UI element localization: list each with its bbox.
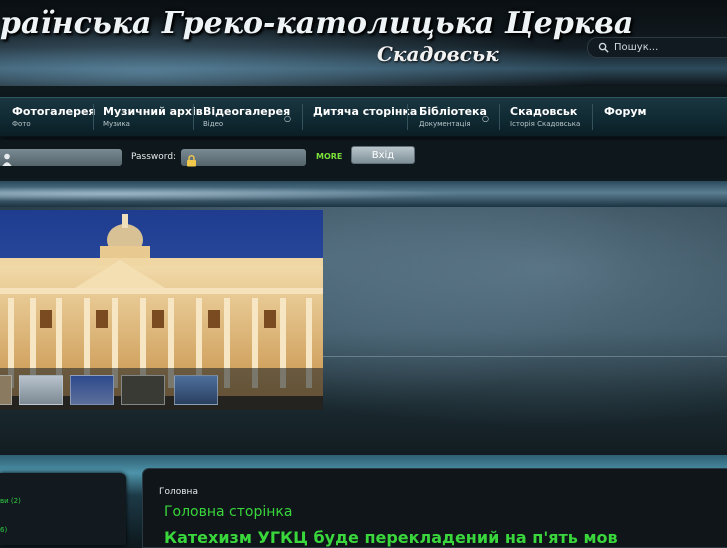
nav-item-library[interactable]: Бібліотека Документація: [419, 105, 487, 128]
sidebar-link[interactable]: ви (2): [0, 497, 21, 505]
slideshow-thumbnail[interactable]: [174, 375, 218, 405]
nav-divider: [302, 104, 303, 130]
site-header: раїнська Греко-католицька Церква Скадовс…: [0, 0, 727, 86]
lock-icon: [186, 152, 197, 171]
nav-item-label: Фотогалерея: [12, 105, 96, 118]
slideshow-thumbnail[interactable]: [121, 375, 165, 405]
nav-item-sublabel: Відео: [203, 120, 224, 128]
sidebar-link[interactable]: 6): [0, 526, 7, 534]
nav-divider: [193, 104, 194, 130]
nav-item-kids-page[interactable]: Дитяча сторінка: [313, 105, 417, 120]
decorative-strip: [0, 181, 727, 208]
search-icon[interactable]: [594, 39, 612, 57]
nav-item-music-archive[interactable]: Музичний архів Музика: [103, 105, 203, 128]
site-title: раїнська Греко-католицька Церква: [0, 6, 634, 41]
nav-divider: [93, 104, 94, 130]
nav-item-sublabel: Історія Скадовська: [510, 120, 581, 128]
nav-item-sublabel: Фото: [12, 120, 31, 128]
nav-item-sublabel: Документація: [419, 120, 471, 128]
main-nav: Фотогалерея Фото Музичний архів Музика В…: [0, 97, 727, 137]
slideshow-thumbnail[interactable]: [70, 375, 114, 405]
slideshow-thumbnail[interactable]: [19, 375, 63, 405]
nav-item-skadovsk[interactable]: Скадовськ Історія Скадовська: [510, 105, 580, 128]
breadcrumb[interactable]: Головна: [159, 487, 198, 497]
article-title-link[interactable]: Катехизм УГКЦ буде перекладений на п'ять…: [164, 528, 618, 547]
nav-divider: [592, 104, 593, 130]
site-subtitle: Скадовськ: [377, 42, 499, 66]
slideshow-thumbnail[interactable]: [0, 375, 12, 405]
search-input[interactable]: [612, 42, 726, 53]
username-field[interactable]: [0, 149, 122, 166]
horizon-line: [323, 356, 727, 357]
nav-divider: [499, 104, 500, 130]
login-button[interactable]: Вхід: [351, 146, 415, 164]
nav-item-label: Скадовськ: [510, 105, 578, 118]
nav-item-label: Музичний архів: [103, 105, 203, 118]
submenu-indicator-icon: ○: [284, 114, 291, 123]
nav-item-label: Форум: [604, 105, 647, 118]
user-icon: [2, 151, 12, 170]
password-label: Password:: [131, 152, 177, 162]
nav-item-photo-gallery[interactable]: Фотогалерея Фото: [12, 105, 95, 128]
more-link[interactable]: MORE: [316, 152, 342, 161]
thumbnail-strip: [0, 368, 323, 410]
password-field[interactable]: [181, 149, 306, 167]
nav-item-forum[interactable]: Форум: [604, 105, 647, 120]
login-bar: Password: MORE Вхід: [0, 140, 727, 178]
sidebar-panel: ви (2) 6): [0, 473, 126, 545]
nav-item-label: Дитяча сторінка: [313, 105, 418, 118]
search-box[interactable]: [587, 37, 727, 58]
nav-item-video-gallery[interactable]: Відеогалерея Відео: [203, 105, 290, 128]
slideshow[interactable]: [0, 210, 323, 410]
nav-item-label: Бібліотека: [419, 105, 487, 118]
submenu-indicator-icon: ○: [482, 114, 489, 123]
page-title: Головна сторінка: [164, 504, 293, 520]
nav-item-label: Відеогалерея: [203, 105, 291, 118]
nav-item-sublabel: Музика: [103, 120, 130, 128]
nav-divider: [407, 104, 408, 130]
